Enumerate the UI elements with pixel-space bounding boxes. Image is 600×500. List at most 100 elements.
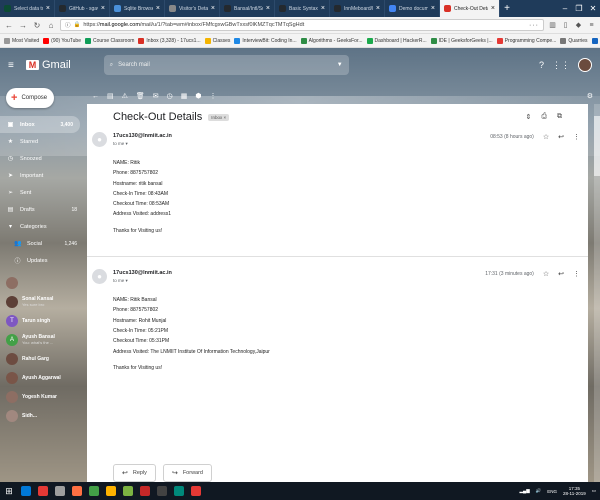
sidebar-item-inbox[interactable]: ▣ Inbox 3,400: [0, 116, 80, 133]
back-to-inbox-icon[interactable]: ←: [92, 93, 99, 100]
recipient-toggle[interactable]: to me ▾: [113, 141, 172, 147]
browser-tab[interactable]: Sqlite Browser×: [110, 0, 165, 17]
sidebar-icon[interactable]: ▯: [561, 21, 570, 30]
bookmark-item[interactable]: Algorithms - GeeksFor...: [300, 37, 363, 44]
tab-close-icon[interactable]: ×: [321, 5, 325, 12]
bookmark-item[interactable]: Inbox (3,328) - 17ucs1...: [138, 37, 201, 44]
sidebar-item-sent[interactable]: ➢ Sent: [0, 184, 84, 201]
help-icon[interactable]: ?: [539, 60, 544, 70]
browser-tab[interactable]: Visitor's Details×: [165, 0, 220, 17]
apps-grid-icon[interactable]: ⋮⋮: [552, 60, 570, 71]
gmail-logo[interactable]: M Gmail: [26, 59, 71, 71]
sidebar-item-drafts[interactable]: ▤ Drafts 18: [0, 201, 84, 218]
print-icon[interactable]: ⎙: [541, 113, 547, 121]
taskbar-app-icon[interactable]: [106, 486, 116, 496]
browser-tab[interactable]: Check-Out Details×: [440, 0, 500, 17]
more-options-icon[interactable]: ⋮: [573, 133, 580, 141]
recipient-toggle[interactable]: to me ▾: [113, 278, 172, 284]
snooze-icon[interactable]: ◷: [167, 92, 173, 100]
taskbar-app-icon[interactable]: [140, 486, 150, 496]
browser-tab[interactable]: Select data to change×: [0, 0, 55, 17]
reply-button[interactable]: ↩ Reply: [113, 464, 156, 482]
bookmark-item[interactable]: Classes: [204, 37, 230, 44]
tab-close-icon[interactable]: ×: [46, 5, 50, 12]
forward-button[interactable]: ↪ Forward: [162, 464, 212, 482]
taskbar-app-icon[interactable]: [89, 486, 99, 496]
hangouts-contact[interactable]: Ayush Aggarwal: [0, 368, 84, 387]
tab-close-icon[interactable]: ×: [431, 5, 435, 12]
notifications-icon[interactable]: ▭: [592, 488, 596, 494]
page-actions-icon[interactable]: ···: [529, 22, 539, 29]
sidebar-item-starred[interactable]: ★ Starred: [0, 133, 84, 150]
sidebar-item-categories[interactable]: ▾ Categories: [0, 218, 84, 235]
bookmark-item[interactable]: InterviewBit: Coding In...: [234, 37, 297, 44]
star-icon[interactable]: ☆: [543, 133, 549, 141]
account-avatar[interactable]: [578, 58, 592, 72]
back-icon[interactable]: ←: [4, 19, 14, 31]
taskbar-app-icon[interactable]: [21, 486, 31, 496]
compose-button[interactable]: + Compose: [6, 88, 54, 108]
scrollbar-thumb[interactable]: [594, 116, 600, 176]
menu-icon[interactable]: ≡: [587, 21, 596, 30]
bookmark-item[interactable]: Programming Compe...: [496, 37, 556, 44]
tab-close-icon[interactable]: ×: [156, 5, 160, 12]
taskbar-app-icon[interactable]: [174, 486, 184, 496]
browser-tab[interactable]: Basic Syntax | Markd×: [275, 0, 330, 17]
scrollbar[interactable]: [594, 104, 600, 482]
browser-tab[interactable]: InnMeboard/Pizza H×: [330, 0, 385, 17]
sender-email[interactable]: 17ucs130@lnmiit.ac.in: [113, 133, 172, 139]
reload-icon[interactable]: ↻: [32, 19, 42, 31]
taskbar-app-icon[interactable]: [38, 486, 48, 496]
mark-unread-icon[interactable]: ✉: [153, 92, 159, 100]
url-bar[interactable]: ⓘ 🔒 https://mail.google.com/mail/u/1/?ta…: [60, 19, 544, 31]
bookmark-item[interactable]: Dashboard | HackerR...: [366, 37, 427, 44]
maximize-icon[interactable]: ❐: [572, 0, 586, 17]
minimize-icon[interactable]: –: [558, 0, 572, 17]
archive-icon[interactable]: ▤: [107, 92, 114, 100]
settings-icon[interactable]: ⚙: [587, 92, 593, 100]
browser-tab[interactable]: Demo document×: [385, 0, 440, 17]
star-icon[interactable]: ☆: [543, 270, 549, 278]
taskbar-app-icon[interactable]: [72, 486, 82, 496]
hangouts-contact[interactable]: [0, 273, 84, 292]
tab-close-icon[interactable]: ×: [211, 5, 215, 12]
tab-close-icon[interactable]: ×: [491, 5, 495, 12]
new-tab-button[interactable]: +: [500, 0, 514, 17]
reply-icon[interactable]: ↩: [558, 133, 564, 141]
bookmark-item[interactable]: Quarries: [560, 37, 588, 44]
hangouts-contact[interactable]: Sidh...: [0, 406, 84, 425]
sender-avatar-icon[interactable]: ●: [92, 269, 107, 285]
bookmark-item[interactable]: Data Science Learning...: [591, 37, 600, 44]
tab-close-icon[interactable]: ×: [376, 5, 380, 12]
library-icon[interactable]: ▥: [548, 21, 557, 30]
browser-tab[interactable]: GitHub - sgavalg2/in×: [55, 0, 110, 17]
extension-icon[interactable]: ◆: [574, 21, 583, 30]
bookmark-item[interactable]: IDE | GeeksforGeeks |...: [430, 37, 493, 44]
bookmark-item[interactable]: (90) YouTube: [43, 37, 81, 44]
close-window-icon[interactable]: ✕: [586, 0, 600, 17]
tab-close-icon[interactable]: ×: [266, 5, 270, 12]
taskbar-app-icon[interactable]: [191, 486, 201, 496]
home-icon[interactable]: ⌂: [46, 19, 56, 31]
network-icon[interactable]: ▂▄▆: [520, 488, 530, 494]
taskbar-app-icon[interactable]: [157, 486, 167, 496]
clock[interactable]: 17:35 28-11-2019: [563, 486, 586, 496]
sender-email[interactable]: 17ucs130@lnmiit.ac.in: [113, 270, 172, 276]
hangouts-contact[interactable]: Rahul Garg: [0, 349, 84, 368]
search-options-icon[interactable]: ▼: [337, 62, 343, 68]
move-to-icon[interactable]: ▦: [181, 92, 188, 100]
sidebar-item-snoozed[interactable]: ◷ Snoozed: [0, 150, 84, 167]
hangouts-contact[interactable]: Yogesh Kumar: [0, 387, 84, 406]
hangouts-contact[interactable]: A Ayush Bansal You: what's the ...: [0, 330, 84, 349]
main-menu-icon[interactable]: ≡: [8, 60, 18, 71]
sidebar-item-important[interactable]: ➤ Important: [0, 167, 84, 184]
language-indicator[interactable]: ENG: [547, 489, 557, 494]
spam-icon[interactable]: ⚠: [122, 92, 128, 100]
delete-icon[interactable]: 🗑: [136, 92, 145, 100]
sidebar-item-social[interactable]: 👥 Social 1,246: [0, 235, 84, 252]
tab-close-icon[interactable]: ×: [101, 5, 105, 12]
inbox-label-chip[interactable]: Inbox ×: [208, 113, 230, 121]
more-options-icon[interactable]: ⋮: [573, 270, 580, 278]
more-icon[interactable]: ⋮: [210, 92, 217, 100]
info-icon[interactable]: ⓘ: [65, 21, 71, 29]
